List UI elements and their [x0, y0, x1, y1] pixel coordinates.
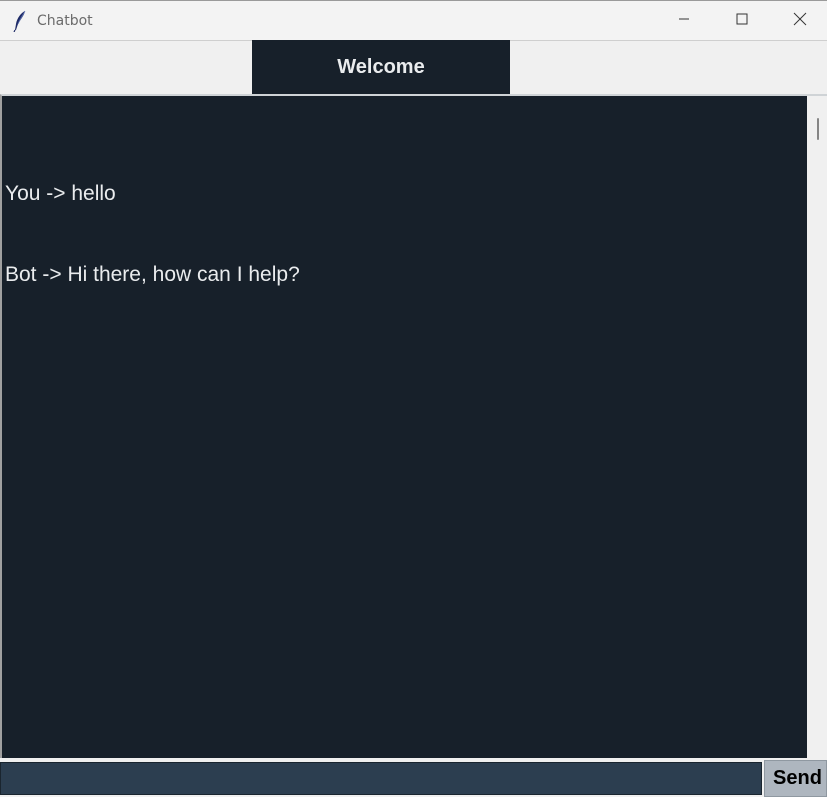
send-button[interactable]: Send	[764, 760, 827, 797]
chat-messages: You -> hello Bot -> Hi there, how can I …	[5, 126, 803, 342]
maximize-icon	[736, 12, 748, 30]
scrollbar-thumb[interactable]	[817, 118, 819, 140]
chatbot-window: Chatbot Welcome You -> hello Bot -> Hi t…	[0, 0, 827, 797]
chat-scrollbar[interactable]	[807, 94, 827, 758]
window-title: Chatbot	[37, 13, 93, 29]
message-input[interactable]	[0, 762, 762, 795]
welcome-label: Welcome	[252, 40, 510, 94]
close-icon	[793, 12, 807, 31]
minimize-icon	[678, 12, 690, 30]
title-bar[interactable]: Chatbot	[0, 0, 827, 40]
close-button[interactable]	[771, 1, 827, 41]
feather-icon	[11, 10, 29, 33]
minimize-button[interactable]	[655, 1, 713, 41]
input-bar: Send	[0, 758, 827, 797]
chat-message: Bot -> Hi there, how can I help?	[5, 263, 300, 286]
chat-display[interactable]: You -> hello Bot -> Hi there, how can I …	[0, 94, 807, 758]
maximize-button[interactable]	[713, 1, 771, 41]
chat-message: You -> hello	[5, 182, 116, 205]
